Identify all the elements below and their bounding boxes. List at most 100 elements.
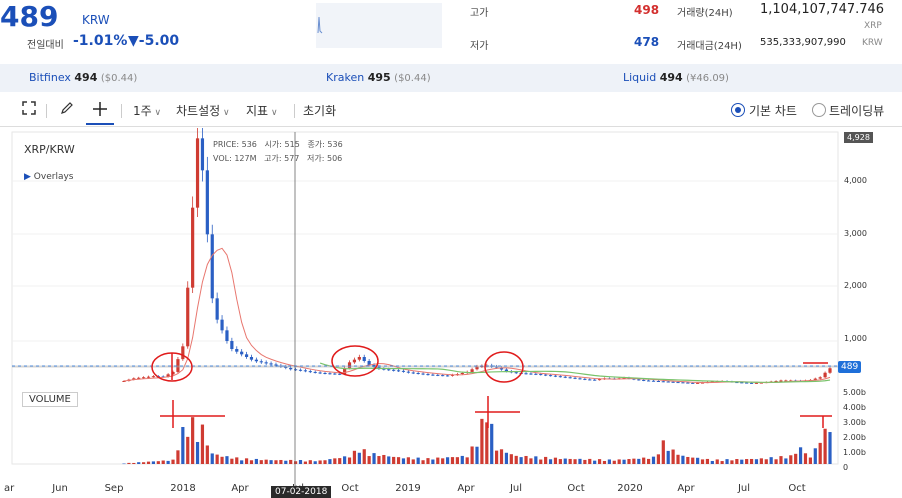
y-tick: 4,000 xyxy=(844,176,867,185)
price-chart[interactable]: ar Jun Sep 2018 Apr Jul Oct 2019 Apr Jul Oct 2020 Ap… xyxy=(0,128,902,498)
candle-body xyxy=(563,376,567,378)
candle-body xyxy=(347,362,352,369)
x-axis-tick: Oct xyxy=(788,483,805,494)
reset-button[interactable]: 초기화 xyxy=(303,102,336,119)
candle-body xyxy=(676,382,680,384)
volume-bar xyxy=(249,460,254,464)
volume-bar xyxy=(671,449,675,464)
volume-bar xyxy=(607,459,611,464)
indicators-label: 지표 xyxy=(246,104,269,118)
candle-body xyxy=(230,341,234,349)
candle-body xyxy=(215,298,219,320)
fullscreen-icon[interactable] xyxy=(22,101,36,118)
volume-bar xyxy=(352,450,357,464)
exchange-price: 494 xyxy=(659,71,683,84)
change-label: 전일대비 xyxy=(27,40,64,51)
volume-bar xyxy=(195,441,200,464)
amount-unit: KRW xyxy=(862,38,883,48)
volume-bar xyxy=(749,458,754,464)
volume-bar xyxy=(254,458,258,464)
legend-low-label: 저가: xyxy=(307,154,325,163)
volume-bar xyxy=(495,450,499,464)
draw-pencil-icon[interactable] xyxy=(60,101,74,118)
exchange-converted: (¥46.09) xyxy=(686,73,729,84)
candle-body xyxy=(529,373,533,375)
chart-settings-dropdown[interactable]: 차트설정 ∨ xyxy=(176,102,230,119)
volume-bar xyxy=(593,460,597,464)
candle-body xyxy=(289,367,293,370)
volume-value: 1,104,107,747.746 xyxy=(760,2,885,17)
volume-bar xyxy=(735,459,739,464)
exchange-name: Liquid xyxy=(623,71,657,84)
basic-chart-radio[interactable] xyxy=(731,103,745,117)
candle-body xyxy=(539,374,543,376)
exchange-liquid[interactable]: Liquid 494 (¥46.09) xyxy=(623,71,729,84)
basic-chart-label[interactable]: 기본 차트 xyxy=(749,102,797,119)
volume-bar xyxy=(622,459,626,464)
candle-body xyxy=(181,346,185,360)
candle-body xyxy=(745,382,749,384)
candle-body xyxy=(445,375,450,377)
legend-high-label: 고가: xyxy=(264,154,282,163)
candle-body xyxy=(274,364,278,366)
volume-bar xyxy=(661,440,665,464)
volume-bar xyxy=(235,457,239,464)
candle-body xyxy=(210,234,214,299)
sparkline xyxy=(316,3,442,48)
volume-bar xyxy=(828,432,832,464)
volume-bar xyxy=(666,450,670,464)
volume-bar xyxy=(367,456,371,464)
volume-bar xyxy=(465,457,469,464)
chevron-down-icon: ∨ xyxy=(220,108,230,118)
legend-open-label: 시가: xyxy=(264,140,282,149)
volume-bar xyxy=(416,457,420,464)
volume-bar xyxy=(387,456,391,464)
trading-view-label[interactable]: 트레이딩뷰 xyxy=(829,102,884,119)
last-price-tag: 489 xyxy=(838,361,862,373)
volume-bar xyxy=(171,459,175,464)
volume-bar xyxy=(730,460,734,464)
exchange-bitfinex[interactable]: Bitfinex 494 ($0.44) xyxy=(29,71,137,84)
exchange-kraken[interactable]: Kraken 495 ($0.44) xyxy=(326,71,431,84)
trading-view-radio[interactable] xyxy=(812,103,826,117)
overlays-toggle[interactable]: ▶ Overlays xyxy=(24,172,73,182)
candle-body xyxy=(333,373,337,375)
candle-body xyxy=(293,369,298,371)
x-axis-tick: 2019 xyxy=(395,483,420,494)
chart-settings-label: 차트설정 xyxy=(176,104,221,118)
candle-body xyxy=(426,374,430,376)
exchange-converted: ($0.44) xyxy=(394,73,431,84)
volume-bar xyxy=(347,457,352,464)
candle-body xyxy=(318,372,322,374)
candle-body xyxy=(259,361,263,363)
volume-bar xyxy=(431,459,435,464)
volume-bar xyxy=(210,453,214,464)
y-tick: 1,000 xyxy=(844,334,867,343)
candle-body xyxy=(142,377,146,379)
candle-body xyxy=(642,379,646,381)
volume-bar xyxy=(676,454,680,464)
crosshair-tool-button[interactable] xyxy=(86,97,114,125)
x-axis-tick: Apr xyxy=(231,483,249,494)
volume-bar xyxy=(754,459,759,464)
volume-bar xyxy=(308,460,312,464)
caret-right-icon: ▶ xyxy=(24,172,31,182)
indicators-dropdown[interactable]: 지표 ∨ xyxy=(246,102,278,119)
candle-body xyxy=(176,359,180,372)
candle-body xyxy=(588,379,592,381)
volume-bar xyxy=(137,462,141,464)
volume-bar xyxy=(259,460,263,464)
legend-low: 506 xyxy=(327,154,343,163)
candle-body xyxy=(191,207,195,288)
volume-bar xyxy=(230,458,234,464)
volume-bar xyxy=(808,457,812,464)
candle-body xyxy=(235,349,239,352)
candle-body xyxy=(661,381,665,383)
candle-body xyxy=(357,357,361,360)
volume-bar xyxy=(445,457,450,464)
candle-body xyxy=(666,381,670,383)
interval-dropdown[interactable]: 1주 ∨ xyxy=(133,102,161,119)
current-price: 489 xyxy=(0,0,59,33)
volume-bar xyxy=(568,458,572,464)
volume-bar xyxy=(328,459,332,464)
